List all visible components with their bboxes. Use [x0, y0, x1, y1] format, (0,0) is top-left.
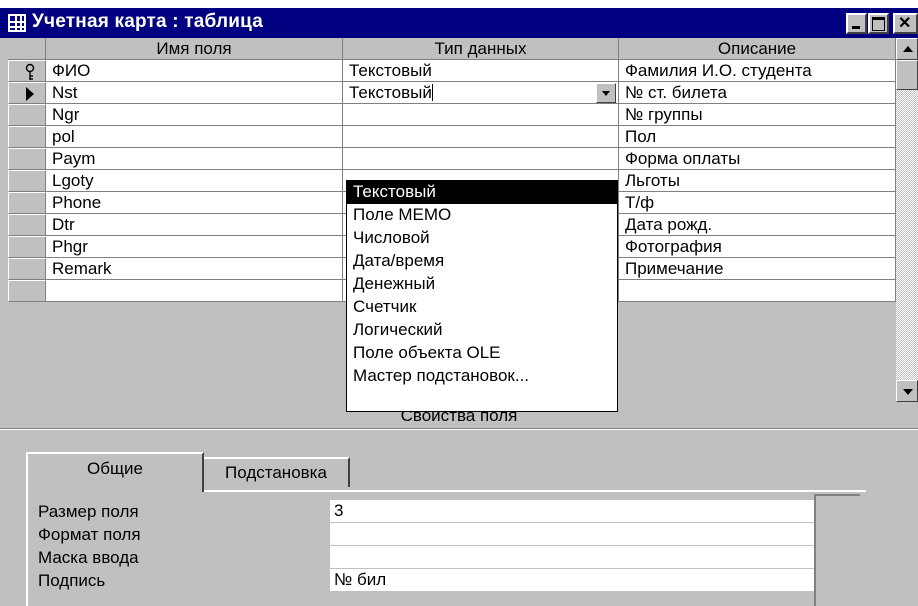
dropdown-option[interactable]: Логический	[347, 319, 617, 342]
row-selector[interactable]	[8, 104, 46, 126]
separator	[0, 428, 918, 430]
data-type-cell[interactable]: Текстовый	[343, 60, 619, 82]
data-type-combo-value: Текстовый	[349, 83, 432, 102]
property-value-field[interactable]: 3	[330, 500, 814, 523]
property-label: Подпись	[38, 571, 106, 590]
data-type-dropdown-list[interactable]: Текстовый Поле MEMO Числовой Дата/время …	[346, 180, 618, 412]
row-selector[interactable]	[8, 214, 46, 236]
combo-dropdown-button[interactable]	[596, 83, 616, 103]
tab-general-label: Общие	[87, 459, 143, 478]
key-icon	[25, 63, 35, 80]
scroll-up-button[interactable]	[896, 38, 918, 60]
property-help-area	[814, 494, 860, 606]
row-selector[interactable]	[8, 126, 46, 148]
description-cell[interactable]: Пол	[619, 126, 896, 148]
text-caret	[431, 84, 433, 101]
tab-lookup[interactable]: Подстановка	[204, 457, 350, 487]
row-selector[interactable]	[8, 280, 46, 302]
data-type-cell[interactable]	[343, 104, 619, 126]
table-row: ФИО Текстовый Фамилия И.О. студента	[0, 60, 900, 82]
field-name-cell[interactable]	[46, 280, 343, 302]
dropdown-option[interactable]: Числовой	[347, 227, 617, 250]
data-type-combo[interactable]: Текстовый	[343, 82, 619, 104]
row-selector[interactable]	[8, 148, 46, 170]
window-title: Учетная карта : таблица	[32, 11, 264, 32]
property-row: Маска ввода	[38, 546, 814, 569]
data-type-cell[interactable]	[343, 126, 619, 148]
property-value-field[interactable]: № бил	[330, 569, 814, 592]
field-name-cell[interactable]: Lgoty	[46, 170, 343, 192]
description-cell[interactable]: Фамилия И.О. студента	[619, 60, 896, 82]
column-header-description: Описание	[619, 38, 896, 60]
row-selector[interactable]	[8, 258, 46, 280]
maximize-button[interactable]	[868, 13, 889, 34]
table-row: pol Пол	[0, 126, 900, 148]
description-cell[interactable]: Льготы	[619, 170, 896, 192]
tab-lookup-label: Подстановка	[225, 463, 327, 482]
field-name-cell[interactable]: pol	[46, 126, 343, 148]
description-cell[interactable]: Форма оплаты	[619, 148, 896, 170]
scroll-down-button[interactable]	[896, 380, 918, 402]
field-name-cell[interactable]: Phone	[46, 192, 343, 214]
field-name-cell[interactable]: Paym	[46, 148, 343, 170]
description-cell[interactable]: Т/ф	[619, 192, 896, 214]
property-row: Формат поля	[38, 523, 814, 546]
scroll-thumb[interactable]	[896, 60, 918, 90]
table-row: Nst Текстовый № ст. билета	[0, 82, 900, 104]
property-value-field[interactable]	[330, 523, 814, 546]
description-cell[interactable]	[619, 280, 896, 302]
minimize-button[interactable]	[846, 13, 867, 34]
property-row: Подпись № бил	[38, 569, 814, 592]
property-row: Размер поля 3	[38, 500, 814, 523]
dropdown-option[interactable]: Денежный	[347, 273, 617, 296]
field-name-cell[interactable]: Dtr	[46, 214, 343, 236]
column-header-data-type: Тип данных	[343, 38, 619, 60]
column-header-field-name: Имя поля	[46, 38, 343, 60]
description-cell[interactable]: Примечание	[619, 258, 896, 280]
row-selector[interactable]	[8, 60, 46, 82]
vertical-scrollbar[interactable]	[896, 38, 918, 402]
description-cell[interactable]: Дата рожд.	[619, 214, 896, 236]
property-label: Размер поля	[38, 502, 139, 521]
current-row-arrow-icon	[26, 87, 34, 101]
description-cell[interactable]: Фотография	[619, 236, 896, 258]
field-name-cell[interactable]: Phgr	[46, 236, 343, 258]
field-name-cell[interactable]: Ngr	[46, 104, 343, 126]
row-selector[interactable]	[8, 192, 46, 214]
field-name-cell[interactable]: Remark	[46, 258, 343, 280]
tab-general[interactable]: Общие	[26, 452, 204, 492]
dropdown-option[interactable]: Мастер подстановок...	[347, 365, 617, 388]
dropdown-option[interactable]: Поле MEMO	[347, 204, 617, 227]
description-cell[interactable]: № ст. билета	[619, 82, 896, 104]
dropdown-option[interactable]: Текстовый	[347, 181, 617, 204]
table-icon	[8, 14, 26, 32]
field-name-cell[interactable]: ФИО	[46, 60, 343, 82]
data-type-cell[interactable]	[343, 148, 619, 170]
dropdown-option[interactable]: Поле объекта OLE	[347, 342, 617, 365]
dropdown-option[interactable]: Счетчик	[347, 296, 617, 319]
row-selector[interactable]	[8, 82, 46, 104]
field-name-cell[interactable]: Nst	[46, 82, 343, 104]
row-selector[interactable]	[8, 170, 46, 192]
table-row: Paym Форма оплаты	[0, 148, 900, 170]
title-bar[interactable]: Учетная карта : таблица	[0, 8, 918, 38]
dropdown-option[interactable]: Дата/время	[347, 250, 617, 273]
table-row: Ngr № группы	[0, 104, 900, 126]
corner-header[interactable]	[8, 38, 46, 60]
property-label: Формат поля	[38, 525, 141, 544]
property-label: Маска ввода	[38, 548, 139, 567]
table-design-window: Учетная карта : таблица Имя поля Тип дан…	[0, 8, 918, 606]
property-value-field[interactable]	[330, 546, 814, 569]
row-selector[interactable]	[8, 236, 46, 258]
description-cell[interactable]: № группы	[619, 104, 896, 126]
close-button[interactable]	[893, 13, 918, 34]
